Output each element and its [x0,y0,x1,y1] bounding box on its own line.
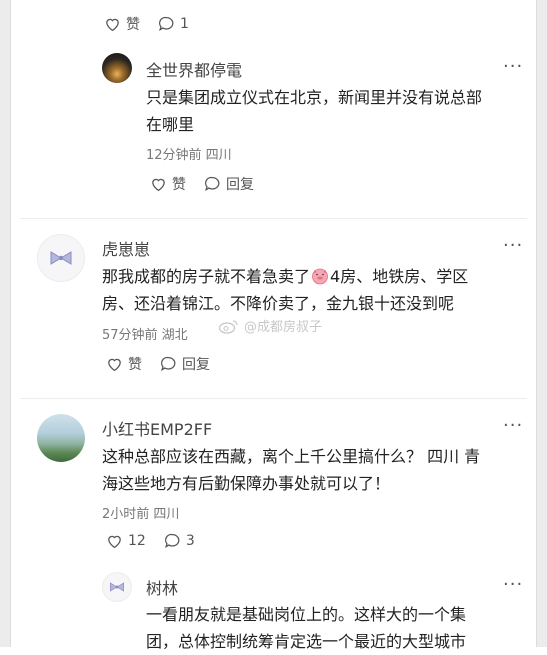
top-actions: 赞 1 [104,14,207,34]
comment-username[interactable]: 树林 [146,575,178,599]
like-button[interactable]: 12 [106,533,146,549]
pig-emoji-icon [311,266,329,285]
comment-text-line: 海这些地方有后勤保障办事处就可以了！ [102,474,391,493]
heart-icon [106,18,119,32]
comment-meta: 2小时前 四川 [102,507,180,522]
comment-count: 1 [180,16,189,32]
more-icon[interactable]: ··· [503,58,523,76]
like-button[interactable]: 赞 [106,354,142,374]
comment-actions: 赞 回复 [150,174,272,194]
reply-label: 回复 [226,177,254,193]
comment-icon [159,16,174,32]
reply-button[interactable]: 回复 [204,174,254,194]
like-button[interactable]: 赞 [150,174,186,194]
more-icon[interactable]: ··· [503,417,523,435]
comment-text-line: 在哪里 [146,115,195,134]
like-count: 12 [128,533,146,549]
bow-icon [110,582,124,592]
comment-meta: 12分钟前 四川 [146,148,232,163]
bow-icon [50,251,72,265]
comment-icon [164,533,180,549]
comment-text-segment: 那我成都的房子就不着急卖了 [102,267,311,286]
comment-text-line: 这种总部应该在西藏，离个上千公里搞什么？ 四川 青 [102,447,481,466]
right-frame [537,0,547,647]
more-icon[interactable]: ··· [503,576,523,594]
comment-text-segment: 4房、地铁房、学区 [330,267,469,286]
weibo-logo-icon [218,319,238,334]
comment-button[interactable]: 3 [164,533,195,549]
comment-meta: 57分钟前 湖北 [102,328,188,343]
comment-text: 只是集团成立仪式在北京，新闻里并没有说总部 在哪里 [146,84,482,138]
landscape-photo-avatar[interactable] [37,414,85,462]
comment-button[interactable]: 1 [158,16,189,32]
comment-username[interactable]: 全世界都停電 [146,57,242,81]
divider [20,398,527,399]
comment-text: 这种总部应该在西藏，离个上千公里搞什么？ 四川 青 海这些地方有后勤保障办事处就… [102,443,522,497]
reply-label: 回复 [182,357,210,373]
divider [20,218,527,219]
left-frame [0,0,10,647]
like-label: 赞 [172,177,186,193]
bow-avatar[interactable] [37,234,85,282]
right-frame-line [536,0,537,647]
comment-text-line: 房、还沿着锦江。不降价卖了，金九银十还没到呢 [102,294,455,313]
reply-button[interactable]: 回复 [160,354,210,374]
more-icon[interactable]: ··· [503,237,523,255]
comment-icon [161,356,176,372]
bow-avatar[interactable] [102,572,132,602]
comment-count: 3 [185,533,195,549]
comment-text-line: 一看朋友就是基础岗位上的。这样大的一个集 [146,605,467,624]
left-frame-line [10,0,11,647]
like-label: 赞 [128,357,142,373]
watermark: @成都房叔子 [218,316,322,335]
comment-icon [205,176,220,192]
comment-text: 那我成都的房子就不着急卖了 4房、地铁房、学区 房、还沿着锦江。不降价卖了，金九银… [102,263,512,317]
comment-text-line: 团，总体控制统筹肯定选一个最近的大型城市 [146,632,467,651]
like-label: 赞 [126,17,140,33]
comment-actions: 12 3 [106,533,213,549]
sunset-photo-avatar[interactable] [102,53,132,83]
like-button[interactable]: 赞 [104,14,140,34]
heart-icon [108,535,121,549]
heart-icon [108,358,121,372]
comment-username[interactable]: 虎崽崽 [102,236,150,260]
comment-text-line: 那我成都的房子就不着急卖了 4房、地铁房、学区 [102,263,512,290]
comment-username[interactable]: 小红书EMP2FF [102,416,212,440]
heart-icon [152,178,165,192]
comment-text-line: 只是集团成立仪式在北京，新闻里并没有说总部 [146,88,483,107]
watermark-text: @成都房叔子 [244,320,323,335]
comment-actions: 赞 回复 [106,354,228,374]
